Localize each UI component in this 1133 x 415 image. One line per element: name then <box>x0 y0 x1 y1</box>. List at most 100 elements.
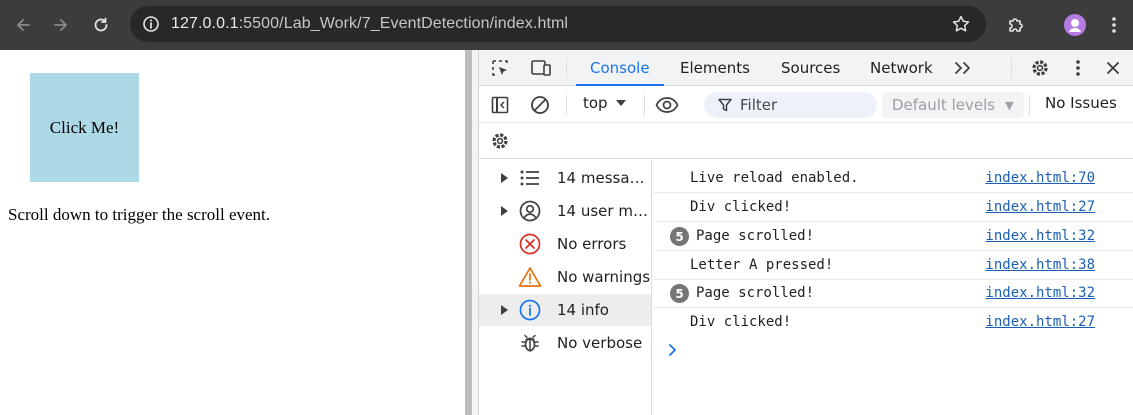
info-icon <box>518 298 542 322</box>
gear-icon <box>492 133 508 149</box>
filter-input[interactable]: Filter <box>704 92 877 118</box>
console-message: Letter A pressed! index.html:38 <box>653 251 1133 280</box>
message-source-link[interactable]: index.html:70 <box>985 170 1095 186</box>
console-toolbar: top Filter Default levels ▼ No Issues <box>479 87 1133 123</box>
reload-button[interactable] <box>86 10 116 40</box>
more-vert-icon <box>1076 60 1080 76</box>
address-bar[interactable]: 127.0.0.1:5500/Lab_Work/7_EventDetection… <box>130 6 986 42</box>
close-devtools-button[interactable] <box>1103 58 1123 78</box>
tab-divider <box>1011 58 1012 78</box>
arrow-left-icon <box>17 19 30 31</box>
sidebar-item-verbose[interactable]: No verbose <box>479 327 651 359</box>
sidebar-item-label: No warnings <box>557 268 651 286</box>
profile-button[interactable] <box>1060 10 1090 40</box>
block-icon <box>531 96 549 114</box>
console-toolbar-overflow <box>479 124 1133 159</box>
message-source-link[interactable]: index.html:27 <box>985 314 1095 330</box>
url-host: 127.0.0.1 <box>171 15 239 32</box>
more-tabs-button[interactable] <box>952 58 974 78</box>
devtools-tab-bar: Console Elements Sources Network <box>479 50 1133 86</box>
sidebar-toggle-button[interactable] <box>489 94 511 116</box>
browser-menu-button[interactable] <box>1099 10 1129 40</box>
console-messages: Live reload enabled. index.html:70 Div c… <box>653 160 1133 415</box>
context-selector[interactable]: top <box>583 94 626 112</box>
more-vert-icon <box>1112 17 1116 33</box>
log-levels-label: Default levels <box>892 96 996 114</box>
tab-sources[interactable]: Sources <box>781 50 840 86</box>
message-source-link[interactable]: index.html:32 <box>985 285 1095 301</box>
inspect-icon <box>492 60 508 76</box>
devtools-menu-button[interactable] <box>1071 57 1085 79</box>
scrollbar-thumb[interactable] <box>465 50 472 415</box>
live-expression-button[interactable] <box>654 94 680 116</box>
close-icon <box>1107 62 1119 74</box>
gear-icon <box>1032 60 1048 76</box>
inspect-element-button[interactable] <box>488 57 512 79</box>
tab-network[interactable]: Network <box>870 50 933 86</box>
extensions-button[interactable] <box>1001 10 1031 40</box>
expand-arrow-icon[interactable] <box>499 304 509 316</box>
sidebar-item-info[interactable]: 14 info <box>479 294 651 326</box>
devtools-settings-button[interactable] <box>1029 57 1051 79</box>
console-settings-button[interactable] <box>489 130 511 152</box>
devtools-panel: Console Elements Sources Network top Fil… <box>479 50 1133 415</box>
console-message: Live reload enabled. index.html:70 <box>653 164 1133 193</box>
message-text: Live reload enabled. <box>690 170 859 186</box>
tab-divider <box>566 58 567 78</box>
message-text: Page scrolled! <box>696 285 815 301</box>
warning-icon <box>518 265 542 289</box>
back-button[interactable] <box>8 10 38 40</box>
console-message: Div clicked! index.html:27 <box>653 308 1133 337</box>
expand-arrow-icon[interactable] <box>499 172 509 184</box>
puzzle-icon <box>1009 18 1023 32</box>
triangle-down-icon: ▼ <box>1005 98 1014 112</box>
console-message: Div clicked! index.html:27 <box>653 193 1133 222</box>
log-levels-dropdown[interactable]: Default levels ▼ <box>882 92 1024 118</box>
sidebar-item-warnings[interactable]: No warnings <box>479 261 651 293</box>
site-info-icon <box>143 16 159 32</box>
message-text: Div clicked! <box>690 314 792 330</box>
filter-placeholder: Filter <box>740 96 778 114</box>
console-sidebar: 14 messages 14 user messages No errors N… <box>479 160 652 415</box>
devtools-splitter[interactable] <box>465 50 479 415</box>
click-me-box[interactable]: Click Me! <box>30 73 139 182</box>
toolbar-divider <box>566 95 567 115</box>
sidebar-item-user-messages[interactable]: 14 user messages <box>479 195 651 227</box>
tab-elements[interactable]: Elements <box>680 50 750 86</box>
sidebar-item-label: 14 messages <box>557 169 651 187</box>
star-icon <box>952 15 970 32</box>
reload-icon <box>94 17 108 32</box>
page-viewport: Click Me! Scroll down to trigger the scr… <box>0 50 465 415</box>
browser-toolbar: 127.0.0.1:5500/Lab_Work/7_EventDetection… <box>0 0 1133 50</box>
toolbar-divider <box>644 95 645 115</box>
message-source-link[interactable]: index.html:27 <box>985 199 1095 215</box>
site-info-button[interactable] <box>138 11 164 37</box>
message-source-link[interactable]: index.html:32 <box>985 228 1095 244</box>
issues-counter[interactable]: No Issues <box>1045 94 1117 112</box>
repeat-count-badge: 5 <box>670 227 689 246</box>
tab-console[interactable]: Console <box>576 50 663 86</box>
sidebar-item-label: No errors <box>557 235 627 253</box>
url-text: 127.0.0.1:5500/Lab_Work/7_EventDetection… <box>171 15 568 33</box>
message-source-link[interactable]: index.html:38 <box>985 257 1095 273</box>
sidebar-item-errors[interactable]: No errors <box>479 228 651 260</box>
message-text: Letter A pressed! <box>690 257 834 273</box>
forward-button[interactable] <box>46 10 76 40</box>
sidebar-item-label: 14 user messages <box>557 202 651 220</box>
bug-icon <box>518 331 542 355</box>
device-icon <box>531 60 551 76</box>
device-toolbar-button[interactable] <box>528 57 554 79</box>
expand-arrow-icon[interactable] <box>499 205 509 217</box>
scroll-instruction-text: Scroll down to trigger the scroll event. <box>8 205 271 224</box>
sidebar-item-label: 14 info <box>557 301 609 319</box>
url-path: :5500/Lab_Work/7_EventDetection/index.ht… <box>238 15 569 32</box>
chevron-right-icon <box>669 344 676 356</box>
bookmark-button[interactable] <box>950 13 972 35</box>
toolbar-divider <box>1029 95 1030 115</box>
console-prompt[interactable] <box>668 342 682 358</box>
avatar-icon <box>1064 14 1086 36</box>
sidebar-item-label: No verbose <box>557 334 643 352</box>
chevron-double-right-icon <box>955 62 970 74</box>
sidebar-item-messages[interactable]: 14 messages <box>479 162 651 194</box>
clear-console-button[interactable] <box>529 94 551 116</box>
